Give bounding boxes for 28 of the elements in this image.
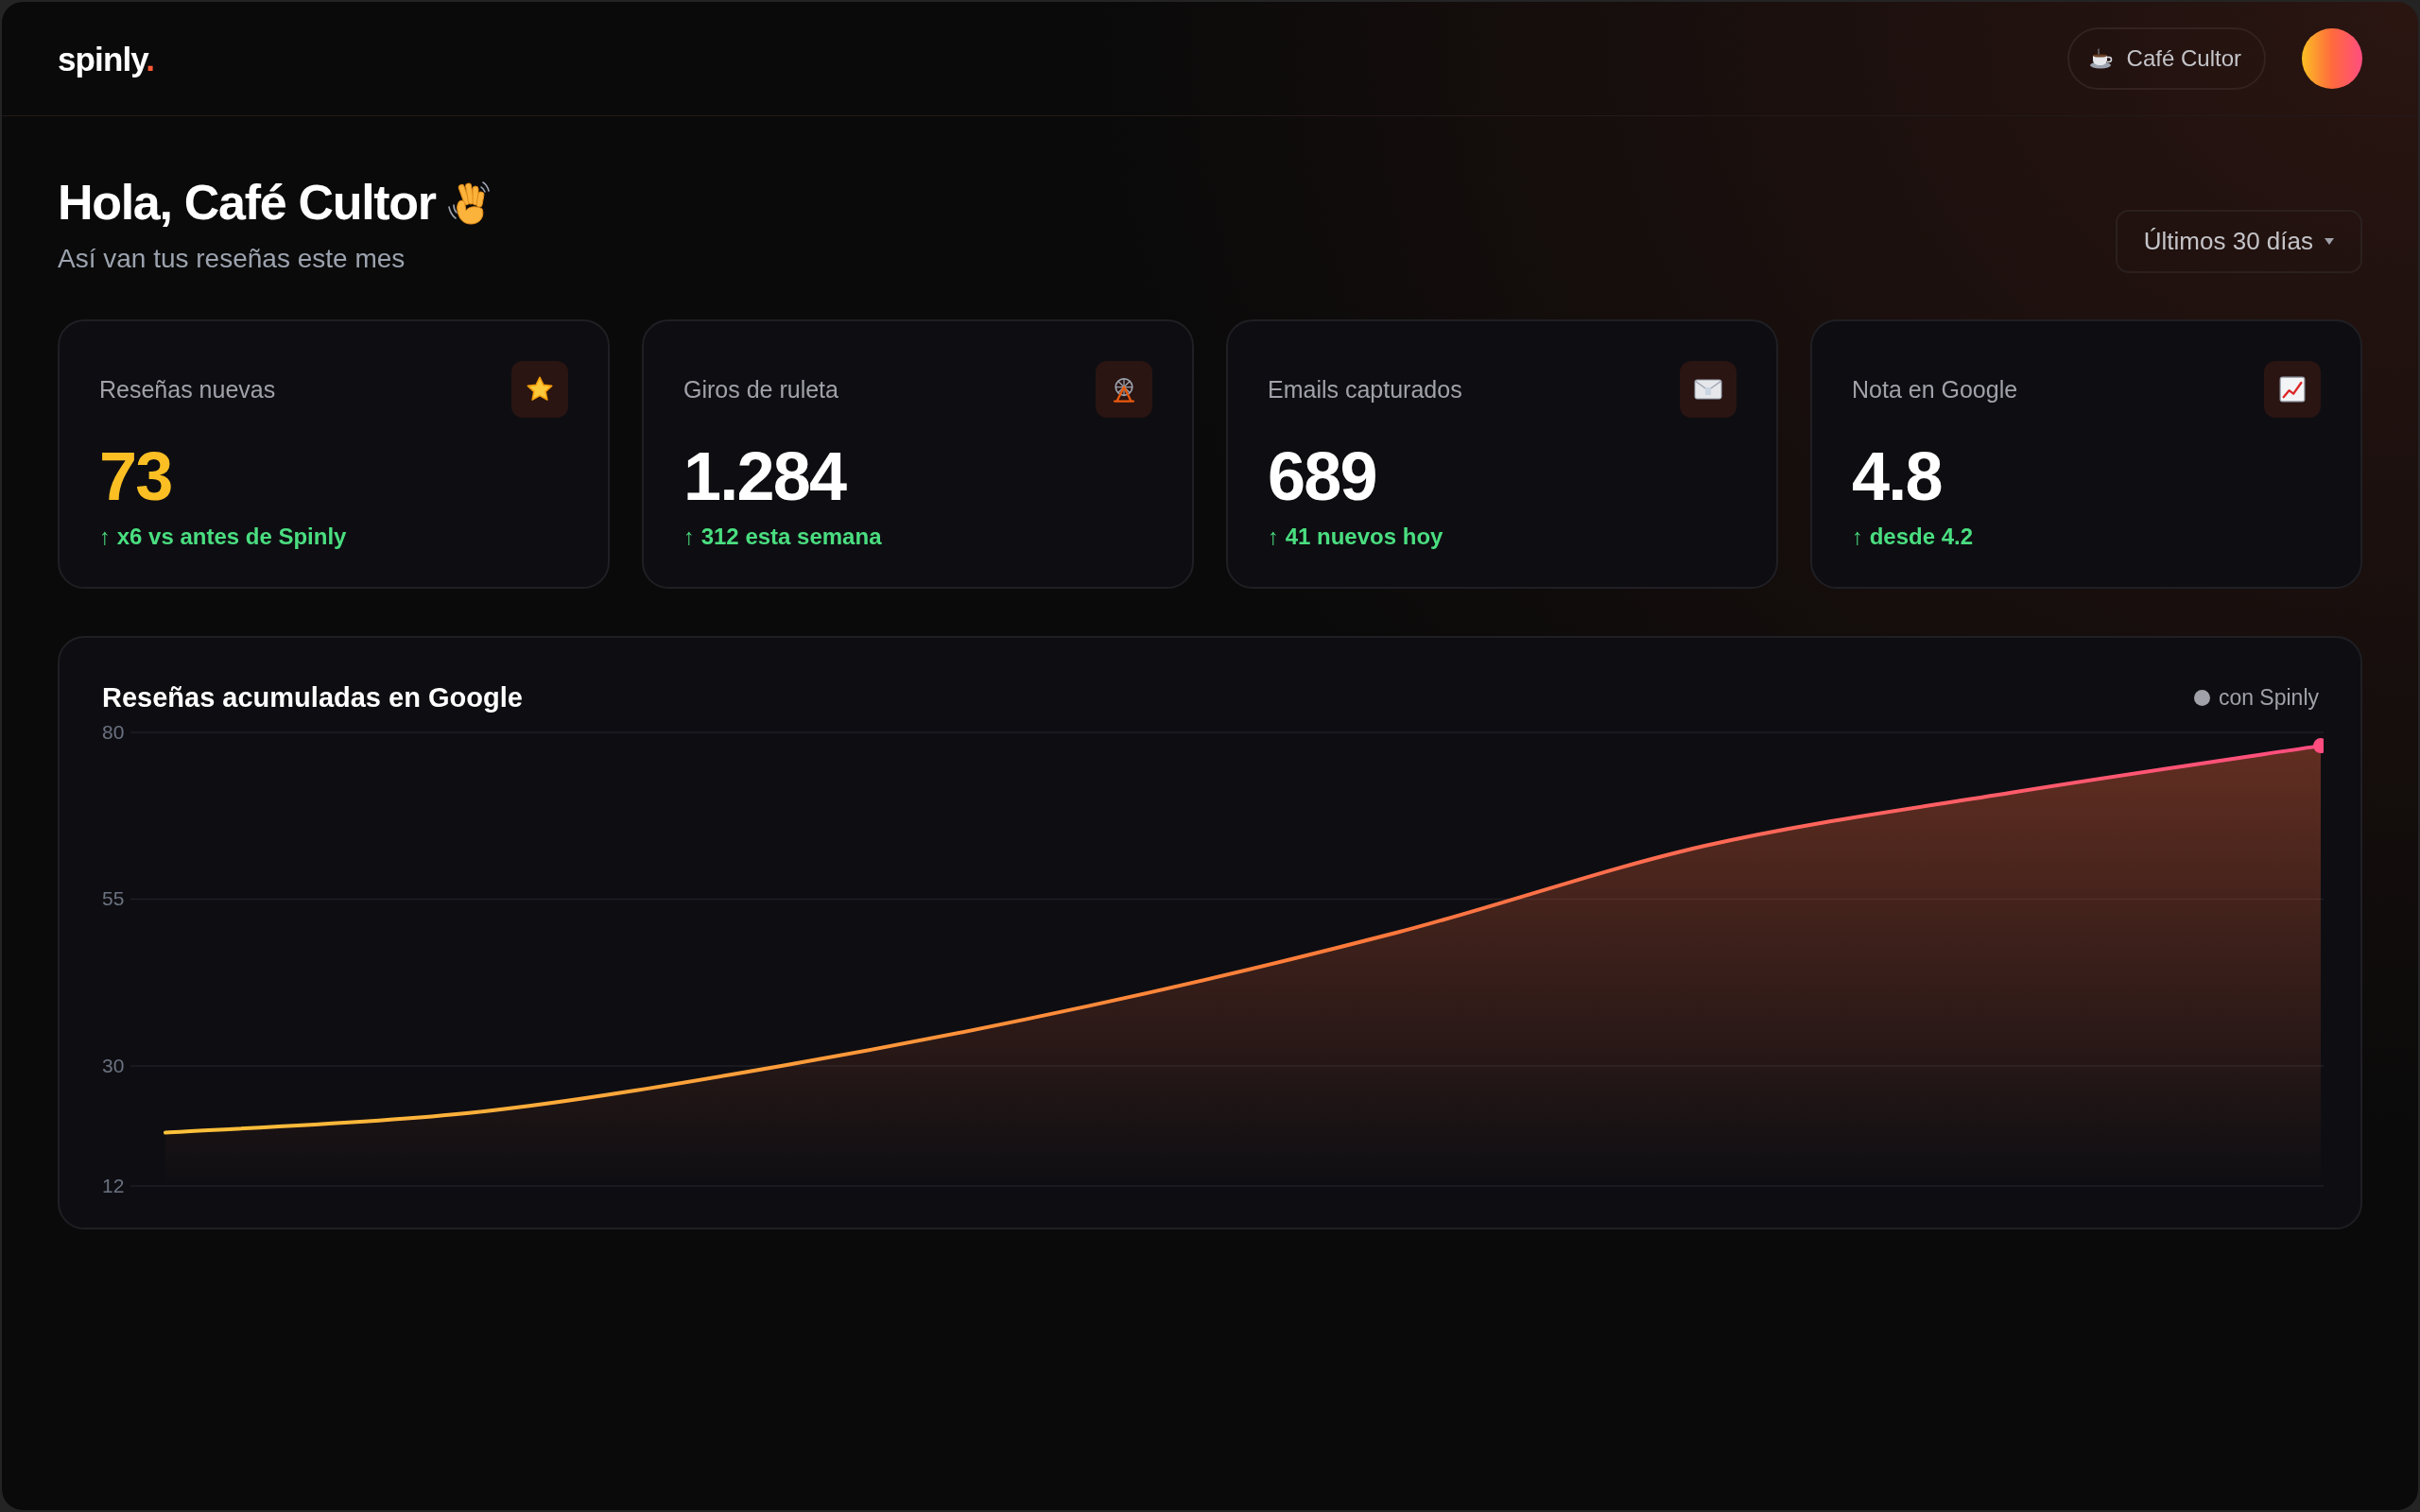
- logo[interactable]: spinly.: [58, 42, 155, 76]
- caret-icon: [2325, 238, 2334, 245]
- stat-label: Emails capturados: [1268, 377, 1462, 402]
- stat-label: Nota en Google: [1852, 377, 2018, 402]
- chart-title: Reseñas acumuladas en Google: [102, 683, 523, 712]
- stat-delta: ↑ 312 esta semana: [683, 525, 882, 548]
- greeting-subtitle: Así van tus reseñas este mes: [58, 243, 406, 275]
- stat-value: 73: [99, 442, 172, 510]
- axis-label: 30: [102, 1054, 125, 1076]
- ferris-wheel-icon: [1096, 361, 1152, 418]
- coffee-cup-icon: [2088, 48, 2114, 69]
- envelope-icon: [1680, 361, 1737, 418]
- stat-delta: ↑ 41 nuevos hoy: [1268, 525, 1443, 548]
- stat-delta: ↑ desde 4.2: [1852, 525, 1974, 548]
- legend-label: con Spinly: [2218, 686, 2319, 709]
- business-pill[interactable]: Café Cultor: [2066, 27, 2266, 90]
- line-chart-icon: [2264, 361, 2321, 418]
- stat-label: Giros de ruleta: [683, 377, 838, 402]
- stat-value: 4.8: [1852, 442, 1942, 510]
- stat-value: 689: [1268, 442, 1376, 510]
- stat-delta: ↑ x6 vs antes de Spinly: [99, 525, 347, 548]
- axis-label: 80: [102, 721, 125, 743]
- greeting-title: Hola, Café Cultor: [58, 178, 436, 227]
- stat-label: Reseñas nuevas: [99, 377, 276, 402]
- stat-value: 1.284: [683, 442, 846, 510]
- period-dropdown[interactable]: Últimos 30 días: [2115, 210, 2362, 273]
- axis-label: 55: [102, 887, 125, 910]
- axis-label: 12: [102, 1175, 125, 1196]
